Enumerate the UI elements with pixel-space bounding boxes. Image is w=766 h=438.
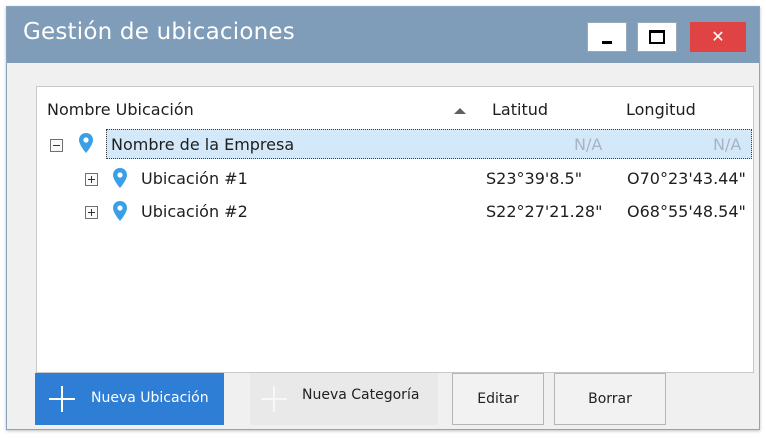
plus-icon xyxy=(49,386,75,412)
location-manager-window: Gestión de ubicaciones ✕ Nombre Ubicació… xyxy=(6,6,760,430)
row-name: Nombre de la Empresa xyxy=(111,135,295,154)
tree-row-location[interactable]: Ubicación #2 S22°27'21.28" O68°55'48.54" xyxy=(37,197,753,227)
title-bar[interactable]: Gestión de ubicaciones ✕ xyxy=(7,7,759,63)
sort-ascending-icon xyxy=(454,108,466,114)
minimize-icon xyxy=(602,40,612,44)
maximize-button[interactable] xyxy=(637,22,677,52)
tree-row-company[interactable]: Nombre de la Empresa N/A N/A xyxy=(106,129,752,159)
close-button[interactable]: ✕ xyxy=(690,22,746,52)
minimize-button[interactable] xyxy=(587,22,627,52)
edit-label: Editar xyxy=(477,391,519,407)
close-icon: ✕ xyxy=(711,27,725,46)
delete-label: Borrar xyxy=(588,391,632,407)
row-longitude: O68°55'48.54" xyxy=(627,202,746,221)
column-header-longitude[interactable]: Longitud xyxy=(626,100,696,119)
row-name: Ubicación #1 xyxy=(141,169,248,188)
row-latitude: S22°27'21.28" xyxy=(486,202,603,221)
row-longitude: O70°23'43.44" xyxy=(627,169,746,188)
row-latitude: N/A xyxy=(574,135,603,154)
new-location-button[interactable]: Nueva Ubicación xyxy=(35,373,224,425)
row-latitude: S23°39'8.5" xyxy=(486,169,583,188)
row-name: Ubicación #2 xyxy=(141,202,248,221)
tree-row-location[interactable]: Ubicación #1 S23°39'8.5" O70°23'43.44" xyxy=(37,164,753,194)
row-longitude: N/A xyxy=(713,135,742,154)
column-header-name[interactable]: Nombre Ubicación xyxy=(47,100,194,119)
edit-button[interactable]: Editar xyxy=(452,373,544,425)
column-header-latitude[interactable]: Latitud xyxy=(492,100,548,119)
delete-button[interactable]: Borrar xyxy=(554,373,666,425)
plus-icon xyxy=(261,386,287,412)
window-title: Gestión de ubicaciones xyxy=(23,19,295,45)
maximize-icon xyxy=(649,30,665,44)
new-category-label: Nueva Categoría xyxy=(302,387,420,403)
map-pin-icon xyxy=(113,201,127,221)
collapse-toggle-icon[interactable] xyxy=(50,139,63,152)
new-category-button[interactable]: Nueva Categoría xyxy=(250,373,438,425)
map-pin-icon xyxy=(113,168,127,188)
map-pin-icon xyxy=(79,133,93,153)
expand-toggle-icon[interactable] xyxy=(85,206,98,219)
location-tree[interactable]: Nombre Ubicación Latitud Longitud Nombre… xyxy=(36,86,754,373)
expand-toggle-icon[interactable] xyxy=(85,173,98,186)
new-location-label: Nueva Ubicación xyxy=(91,390,209,406)
